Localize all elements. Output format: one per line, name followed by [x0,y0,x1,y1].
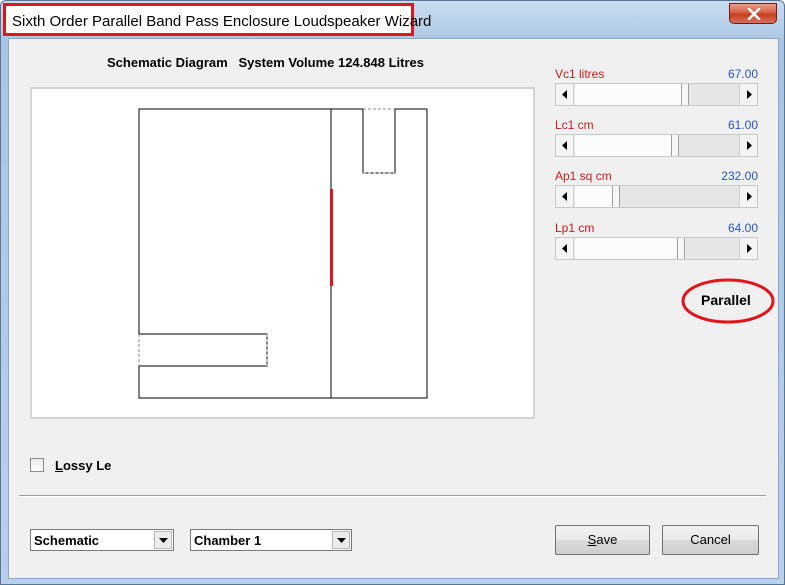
dialog-client-area: Schematic Diagram System Volume 124.848 … [8,38,779,579]
param-lc1-value: 61.00 [727,118,758,132]
lp1-scrollbar[interactable] [555,237,758,260]
triangle-down-icon [336,537,346,543]
vc1-scroll-thumb[interactable] [681,84,689,105]
view-select-dropdown-button[interactable] [154,531,172,549]
param-ap1-label: Ap1 sq cm [555,169,612,183]
close-x-icon [747,8,761,20]
lossy-le-checkbox[interactable] [30,458,44,472]
vc1-scrollbar[interactable] [555,83,758,106]
separator-line [19,495,766,497]
driver-element [330,189,333,286]
param-ap1-value: 232.00 [721,169,758,183]
wizard-window: Sixth Order Parallel Band Pass Enclosure… [0,0,785,585]
close-button[interactable] [729,3,777,24]
triangle-right-icon [746,244,752,253]
lp1-scroll-right-button[interactable] [739,238,757,259]
schematic-label: Schematic Diagram [107,55,228,70]
lc1-scroll-left-button[interactable] [556,135,574,156]
param-vc1-value: 67.00 [727,67,758,81]
vc1-scroll-right-button[interactable] [739,84,757,105]
parallel-mode-indicator: Parallel [681,278,775,324]
triangle-right-icon [746,90,752,99]
triangle-left-icon [561,192,567,201]
lp1-scroll-left-button[interactable] [556,238,574,259]
save-button[interactable]: Save [555,525,650,555]
title-bar[interactable]: Sixth Order Parallel Band Pass Enclosure… [1,1,785,37]
chamber-select-dropdown-button[interactable] [332,531,350,549]
system-volume-label: System Volume 124.848 Litres [238,55,424,70]
lc1-scroll-thumb[interactable] [671,135,679,156]
triangle-down-icon [158,537,168,543]
title-highlight-box: Sixth Order Parallel Band Pass Enclosure… [3,3,431,36]
ap1-scroll-thumb[interactable] [612,186,620,207]
lc1-scrollbar[interactable] [555,134,758,157]
ap1-scroll-left-button[interactable] [556,186,574,207]
triangle-right-icon [746,192,752,201]
triangle-left-icon [561,141,567,150]
ap1-scrollbar[interactable] [555,185,758,208]
ap1-scroll-right-button[interactable] [739,186,757,207]
window-title: Sixth Order Parallel Band Pass Enclosure… [12,13,432,30]
enclosure-schematic [138,108,428,399]
triangle-left-icon [561,90,567,99]
lc1-scroll-right-button[interactable] [739,135,757,156]
chamber-2-outline [331,108,428,399]
cancel-button[interactable]: Cancel [662,525,759,555]
chamber-select-value: Chamber 1 [194,533,262,548]
view-select-value: Schematic [34,533,100,548]
param-lc1-label: Lc1 cm [555,118,594,132]
triangle-right-icon [746,141,752,150]
view-select[interactable]: Schematic [30,529,174,551]
parallel-label: Parallel [701,292,751,308]
lp1-scroll-thumb[interactable] [677,238,685,259]
chamber-select[interactable]: Chamber 1 [190,529,352,551]
triangle-left-icon [561,244,567,253]
param-lp1-label: Lp1 cm [555,221,595,235]
param-vc1-label: Vc1 litres [555,67,605,81]
param-lp1-value: 64.00 [727,221,758,235]
lossy-le-label[interactable]: Lossy Le [55,458,111,473]
chamber-1-outline [138,108,332,399]
schematic-heading: Schematic Diagram System Volume 124.848 … [107,55,424,70]
vc1-scroll-left-button[interactable] [556,84,574,105]
schematic-diagram [30,87,535,419]
